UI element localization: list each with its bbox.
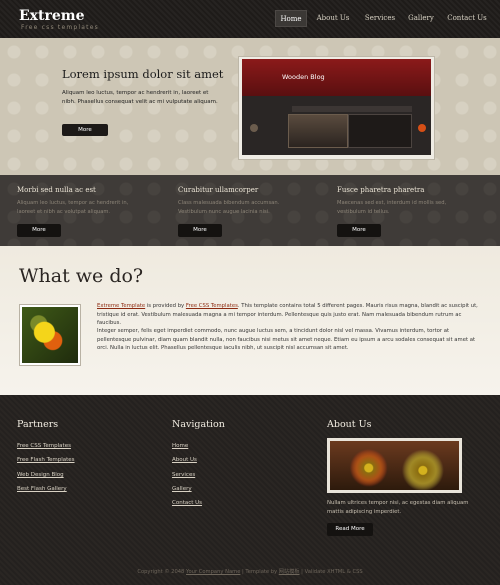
free-css-templates-link[interactable]: Free CSS Templates — [186, 303, 238, 309]
nav-services[interactable]: Services — [362, 10, 398, 27]
what-we-do-heading: What we do? — [19, 265, 144, 287]
screenshot-slide-text — [348, 114, 412, 148]
screenshot-prev-arrow-icon — [250, 124, 258, 132]
nav-gallery[interactable]: Gallery — [405, 10, 437, 27]
site-tagline: Free css templates — [21, 24, 99, 31]
hero-text: Aliquam leo luctus, tempor ac hendrerit … — [62, 90, 218, 105]
feature-3-title: Fusce pharetra pharetra — [337, 186, 425, 194]
screenshot-next-arrow-icon — [418, 124, 426, 132]
intro-paragraph: Extreme Template is provided by Free CSS… — [97, 302, 482, 328]
footer-nav-contact-us[interactable]: Contact Us — [172, 500, 202, 506]
navigation-heading: Navigation — [172, 419, 225, 430]
footer-nav-services[interactable]: Services — [172, 472, 195, 478]
partners-heading: Partners — [17, 419, 59, 430]
nav-home[interactable]: Home — [275, 10, 307, 27]
feature-1-text: Aliquam leo luctus, tempor ac hendrerit … — [17, 200, 129, 215]
template-by-link[interactable]: 网站模板 — [279, 569, 300, 575]
nav-contact-us[interactable]: Contact Us — [446, 10, 488, 27]
feature-3-more-button[interactable]: More — [337, 224, 381, 237]
copyright-sep-1: | Template by — [240, 569, 279, 575]
partner-link-4[interactable]: Best Flash Gallery — [17, 486, 67, 492]
copyright-prefix: Copyright © 2048 — [137, 569, 185, 575]
second-paragraph: Integer semper, felis eget imperdiet com… — [97, 328, 476, 352]
copyright-validate[interactable]: | Validate XHTML & CSS — [300, 569, 363, 575]
feature-1-more-button[interactable]: More — [17, 224, 61, 237]
copyright-bar: Copyright © 2048 Your Company Name | Tem… — [0, 568, 500, 575]
footer-nav-gallery[interactable]: Gallery — [172, 486, 192, 492]
feature-2-text: Class malesuada bibendum accumsan. Vesti… — [178, 200, 280, 215]
footer-nav-about-us[interactable]: About Us — [172, 457, 197, 463]
screenshot-header — [242, 59, 431, 96]
feature-1-title: Morbi sed nulla ac est — [17, 186, 96, 194]
extreme-template-link[interactable]: Extreme Template — [97, 303, 145, 309]
company-name-link[interactable]: Your Company Name — [186, 569, 240, 575]
partner-link-2[interactable]: Free Flash Templates — [17, 457, 75, 463]
site-logo[interactable]: Extreme — [19, 8, 85, 24]
feature-3-text: Maecenas sed est, interdum id mollis sed… — [337, 200, 447, 215]
screenshot-title: Wooden Blog — [282, 73, 325, 81]
screenshot-slide — [288, 114, 348, 148]
hero-title: Lorem ipsum dolor sit amet — [62, 67, 224, 81]
nav-about-us[interactable]: About Us — [315, 10, 351, 27]
partner-link-1[interactable]: Free CSS Templates — [17, 443, 71, 449]
feature-2-title: Curabitur ullamcorper — [178, 186, 259, 194]
about-us-heading: About Us — [327, 419, 372, 430]
screenshot-nav — [292, 106, 412, 112]
footer-nav-home[interactable]: Home — [172, 443, 188, 449]
about-us-text: Nullam ultrices tempor nisi, ac egestas … — [327, 500, 469, 515]
hero-screenshot[interactable]: Wooden Blog — [242, 59, 431, 155]
read-more-button[interactable]: Read More — [327, 523, 373, 536]
site-header: Extreme Free css templates Home About Us… — [0, 0, 500, 38]
partner-link-3[interactable]: Web Design Blog — [17, 472, 64, 478]
feature-2-more-button[interactable]: More — [178, 224, 222, 237]
flower-image — [22, 307, 78, 363]
intro-mid-text: is provided by — [145, 303, 186, 309]
hero-more-button[interactable]: More — [62, 124, 108, 136]
cactus-image — [330, 441, 459, 490]
